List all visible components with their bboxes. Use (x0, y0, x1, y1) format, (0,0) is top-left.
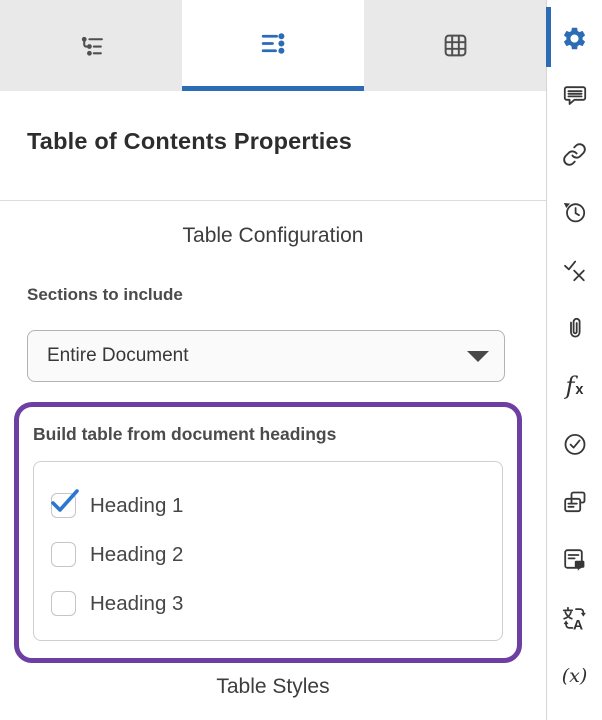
toolbar-history-button[interactable] (547, 183, 602, 241)
review-check-x-icon (563, 260, 585, 282)
heading-2-checkbox[interactable] (51, 542, 76, 567)
toolbar-comments-button[interactable] (547, 67, 602, 125)
function-fx-icon: fx (565, 372, 584, 400)
properties-panel: Table of Contents Properties Table Confi… (0, 0, 546, 720)
page-title: Table of Contents Properties (27, 128, 353, 154)
heading-3-checkbox[interactable] (51, 591, 76, 616)
translate-icon: A (562, 606, 586, 631)
right-toolbar: fx A (x) (546, 0, 602, 720)
history-icon (563, 203, 585, 223)
heading-options-box: Heading 1 Heading 2 Heading 3 (33, 461, 503, 641)
table-styles-section-title: Table Styles (216, 675, 330, 698)
tab-document-outline[interactable] (0, 0, 182, 91)
toolbar-variables-button[interactable]: (x) (547, 647, 602, 705)
table-configuration-section-title: Table Configuration (182, 224, 364, 247)
toolbar-tasks-button[interactable] (547, 415, 602, 473)
heading-2-label[interactable]: Heading 2 (90, 543, 183, 567)
copies-icon (563, 491, 585, 513)
chevron-down-icon (467, 350, 489, 362)
tab-list-properties[interactable] (182, 0, 364, 91)
outline-tree-icon (81, 36, 103, 56)
build-table-group-label: Build table from document headings (33, 424, 337, 444)
comment-icon (563, 86, 586, 105)
variables-icon: (x) (561, 665, 588, 687)
toolbar-document-comments-button[interactable] (547, 531, 602, 589)
toolbar-link-button[interactable] (547, 125, 602, 183)
heading-1-label[interactable]: Heading 1 (90, 494, 183, 518)
heading-2-row: Heading 2 (51, 542, 502, 567)
dropdown-selected-value: Entire Document (47, 345, 189, 366)
circled-check-icon (564, 433, 585, 455)
link-icon (563, 142, 586, 166)
panel-tab-bar (0, 0, 546, 91)
heading-1-row: Heading 1 (51, 489, 502, 518)
divider (0, 200, 546, 201)
toolbar-masters-button[interactable] (547, 473, 602, 531)
checkmark-icon (51, 489, 79, 512)
bulleted-list-icon (261, 32, 284, 54)
tab-table-properties[interactable] (364, 0, 546, 91)
document-comment-icon (563, 549, 584, 571)
paperclip-icon (569, 317, 580, 338)
toolbar-attachments-button[interactable] (547, 299, 602, 357)
table-grid-icon (444, 34, 466, 57)
sections-to-include-label: Sections to include (27, 285, 183, 304)
toolbar-fields-button[interactable]: fx (547, 357, 602, 415)
toolbar-review-button[interactable] (547, 241, 602, 299)
gear-icon (563, 27, 586, 49)
heading-1-checkbox[interactable] (51, 489, 79, 518)
sections-to-include-dropdown[interactable]: Entire Document (27, 330, 505, 382)
heading-3-row: Heading 3 (51, 591, 502, 616)
toolbar-settings-button[interactable] (546, 7, 602, 67)
heading-3-label[interactable]: Heading 3 (90, 592, 183, 616)
svg-text:A: A (573, 616, 583, 630)
toolbar-translate-button[interactable]: A (547, 589, 602, 647)
